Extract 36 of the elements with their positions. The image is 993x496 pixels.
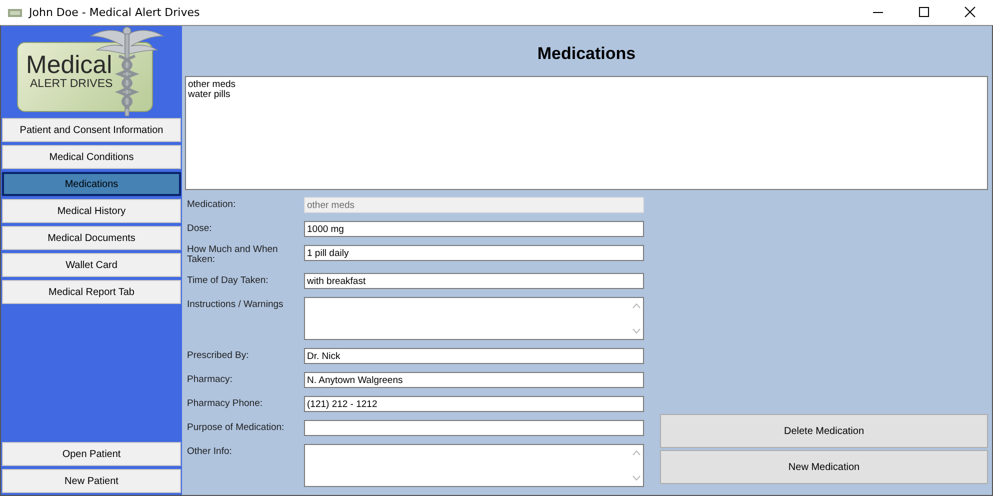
nav-button[interactable]: Medical Report Tab (2, 280, 181, 304)
nav-button[interactable]: Medications (2, 172, 181, 196)
action-button[interactable]: New Medication (660, 450, 988, 484)
input-field[interactable] (304, 420, 644, 436)
input-field[interactable]: N. Anytown Walgreens (304, 372, 644, 388)
nav-button[interactable]: Medical History (2, 199, 181, 223)
input-field[interactable]: (121) 212 - 1212 (304, 396, 644, 412)
logo-subtext: ALERT DRIVES (30, 78, 114, 91)
field-label: Other Info: (186, 445, 233, 457)
app-icon (8, 8, 22, 16)
input-field[interactable]: with breakfast (304, 273, 644, 289)
field-label: Purpose of Medication: (186, 421, 286, 433)
field-label: Pharmacy: (186, 373, 234, 385)
nav-button[interactable]: Medical Conditions (2, 145, 181, 169)
nav-button[interactable]: Wallet Card (2, 253, 181, 277)
nav-button[interactable]: Patient and Consent Information (2, 118, 181, 142)
field-label: Time of Day Taken: (186, 274, 270, 286)
field-label: Prescribed By: (186, 349, 250, 361)
input-field[interactable]: 1 pill daily (304, 245, 644, 261)
patient-button[interactable]: New Patient (2, 469, 181, 493)
field-label: Medication: (186, 198, 237, 210)
field-label: Pharmacy Phone: (186, 397, 264, 409)
field-label: Dose: (186, 222, 213, 234)
nav-button[interactable]: Medical Documents (2, 226, 181, 250)
logo-text: Medical (26, 53, 114, 78)
list-item[interactable]: water pills (188, 90, 230, 100)
medication-list[interactable]: other meds water pills (185, 76, 988, 190)
action-button[interactable]: Delete Medication (660, 414, 988, 448)
page-heading: Medications (536, 43, 637, 65)
input-field[interactable]: 1000 mg (304, 221, 644, 237)
window-title: John Doe - Medical Alert Drives (29, 6, 200, 19)
field-label: Instructions / Warnings (186, 298, 284, 310)
field-label: How Much and When Taken: (186, 245, 279, 265)
input-field[interactable]: Dr. Nick (304, 348, 644, 364)
patient-button[interactable]: Open Patient (2, 442, 181, 466)
list-item[interactable]: other meds (188, 80, 236, 90)
